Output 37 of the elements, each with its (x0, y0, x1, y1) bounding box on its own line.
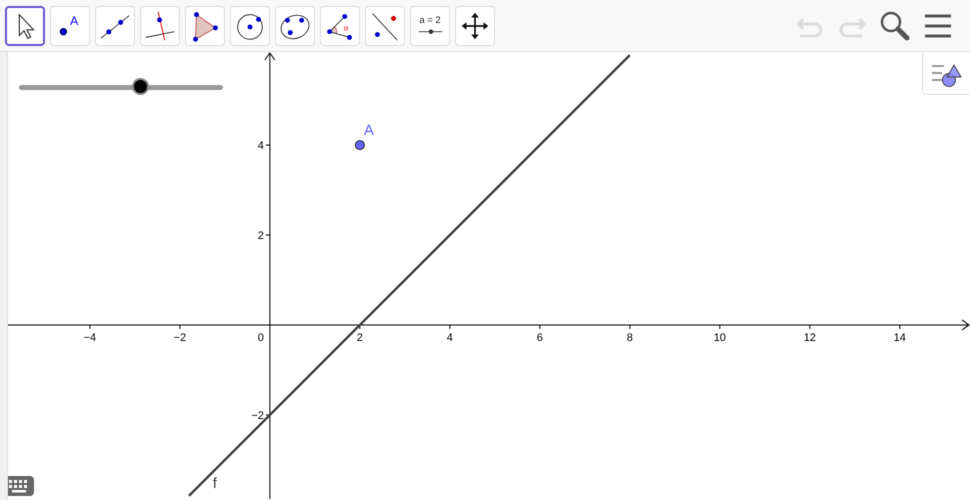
tick-label: −2 (251, 410, 264, 422)
line-icon (100, 14, 130, 38)
tick-label: 12 (804, 332, 816, 344)
tick-label: 6 (536, 332, 543, 344)
tick-label: −2 (174, 332, 186, 344)
tick-label: 14 (894, 332, 906, 344)
reflection-icon (372, 12, 398, 40)
tool-label: A (70, 14, 78, 28)
origin-label: 0 (258, 332, 264, 344)
point-label: A (364, 122, 374, 140)
style-bar-button[interactable] (922, 53, 970, 95)
tool-button[interactable]: A (50, 6, 90, 46)
tick-label: −4 (84, 332, 96, 344)
tool-button[interactable]: a = 2 (410, 6, 450, 46)
tick-label: 2 (356, 332, 363, 344)
perpendicular-lines-icon (145, 10, 175, 40)
tool-button[interactable]: α (320, 6, 360, 46)
tool-button[interactable] (5, 6, 45, 46)
cursor-icon (18, 12, 35, 39)
tool-label: a = 2 (419, 14, 441, 26)
tick-label: 8 (626, 332, 633, 344)
triangle-icon (193, 12, 218, 42)
line-label: f (212, 475, 217, 492)
tick-label: 4 (258, 140, 264, 152)
point-icon (60, 28, 68, 35)
tick-label: 4 (446, 332, 453, 344)
circle-icon (237, 14, 263, 40)
tick-label: 10 (714, 332, 726, 344)
four-way-arrow-icon (462, 12, 488, 39)
ellipse-icon (280, 14, 310, 39)
keyboard-button[interactable] (8, 476, 34, 496)
tool-label: α (344, 23, 348, 32)
slider-icon (418, 28, 443, 34)
angle-icon (327, 14, 352, 40)
point (354, 140, 365, 150)
slider-thumb[interactable] (132, 78, 150, 95)
tick-label: 2 (258, 230, 264, 242)
